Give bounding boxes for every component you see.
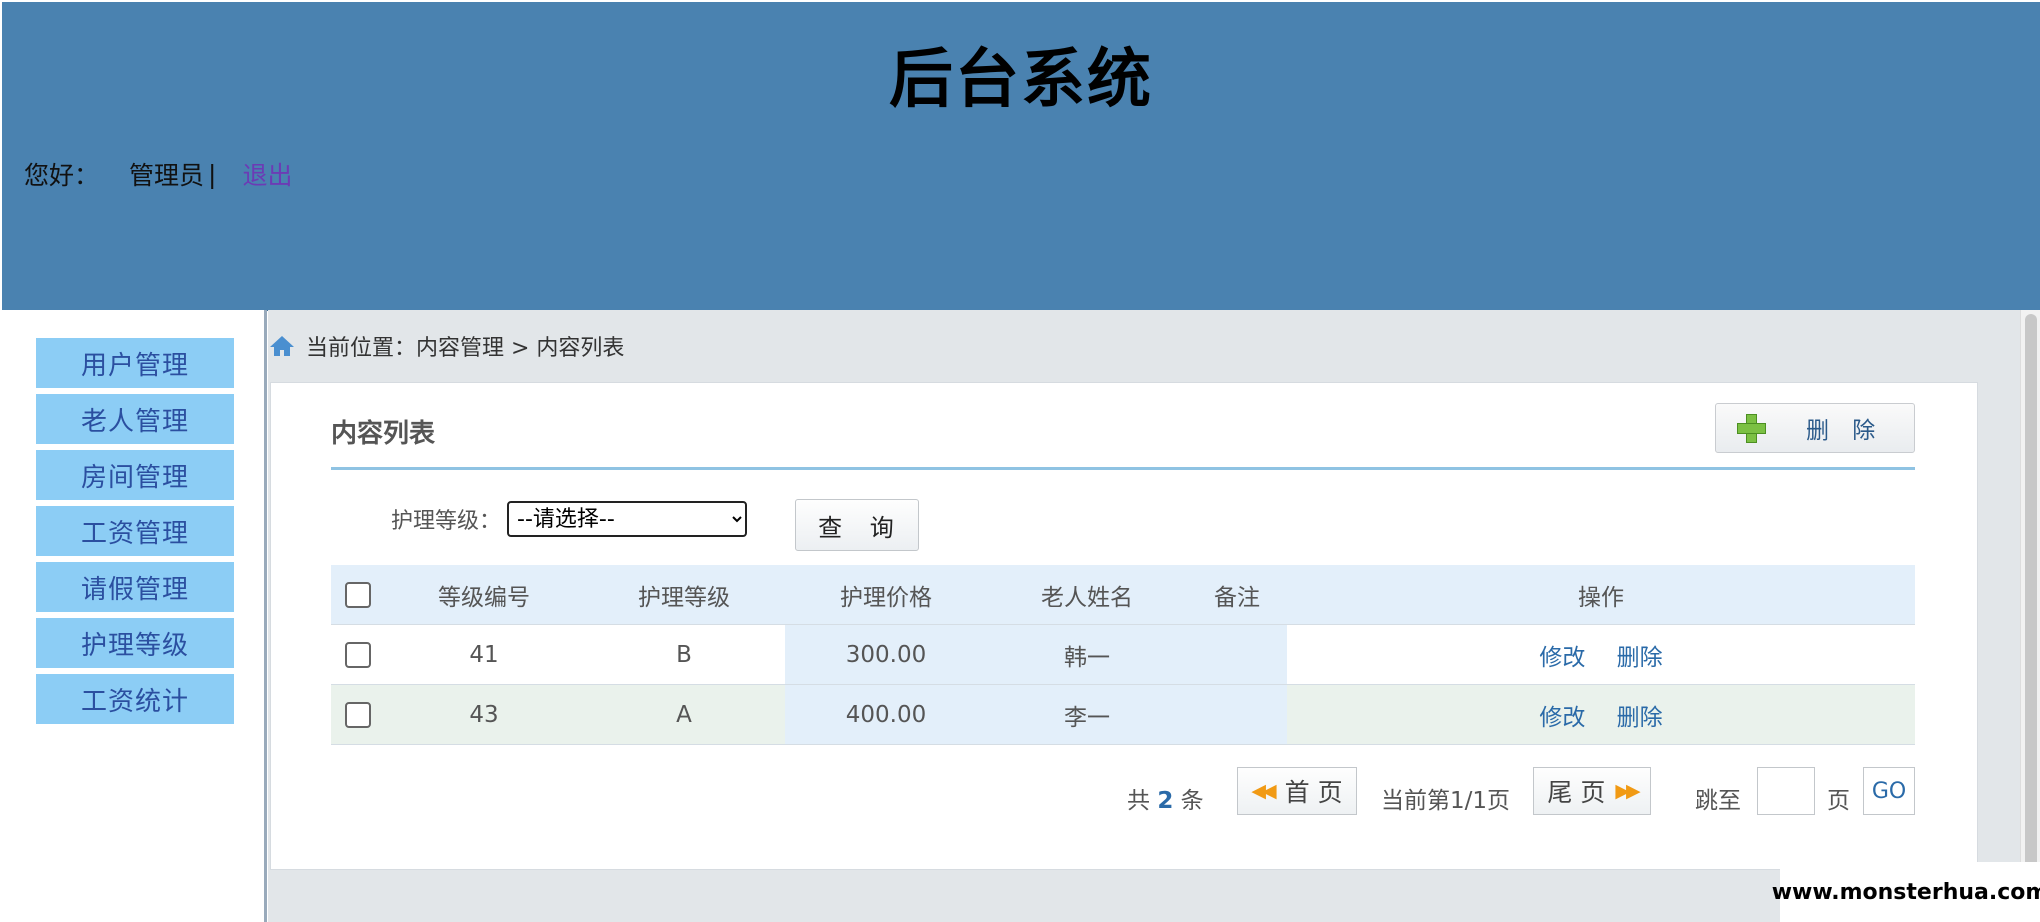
total-number: 2 [1157,788,1174,814]
scrollbar-thumb[interactable] [2025,314,2037,874]
sidebar-item-salary-management[interactable]: 工资管理 [36,506,234,556]
column-header-note: 备注 [1214,584,1260,611]
page-unit: 页 [1827,788,1850,814]
column-header-actions: 操作 [1578,584,1624,611]
pagination: 共 2 条 ◀◀ 首 页 当前第1/1页 尾 页 ▶▶ 跳至 页 GO [271,767,1977,827]
cell-elder-name: 韩一 [987,624,1187,685]
care-level-select[interactable]: --请选择-- [507,501,748,537]
first-page-button[interactable]: ◀◀ 首 页 [1237,767,1357,815]
page-jump-input[interactable] [1757,767,1815,815]
table-row: 43 A 400.00 李一 修改 删除 [331,684,1915,745]
jump-label: 跳至 [1695,788,1741,814]
page-info: 当前第1/1页 [1381,788,1511,814]
delete-link[interactable]: 删除 [1617,705,1663,731]
column-header-id: 等级编号 [438,584,530,611]
cell-actions: 修改 删除 [1287,685,1915,745]
sidebar-item-user-management[interactable]: 用户管理 [36,338,234,388]
edit-link[interactable]: 修改 [1539,645,1585,671]
edit-link[interactable]: 修改 [1539,705,1585,731]
sidebar-item-salary-statistics[interactable]: 工资统计 [36,674,234,724]
content-panel: 内容列表 删 除 护理等级： --请选择-- 查 询 等级编号 护理等级 护理价… [270,382,1978,870]
cell-level: A [676,701,692,728]
double-left-arrow-icon: ◀◀ [1251,780,1276,802]
watermark: www.monsterhua.com [1772,862,2040,922]
vertical-scrollbar[interactable] [2020,310,2040,922]
cell-id: 43 [469,701,499,728]
select-all-checkbox[interactable] [345,581,371,608]
cell-actions: 修改 删除 [1287,625,1915,685]
cell-price: 300.00 [785,624,987,685]
sidebar: 用户管理 老人管理 房间管理 工资管理 请假管理 护理等级 工资统计 [2,310,267,922]
table-header-row: 等级编号 护理等级 护理价格 老人姓名 备注 操作 [331,565,1915,625]
row-select-cell [331,625,385,685]
separator: | [208,159,217,189]
cell-price: 400.00 [785,684,987,745]
sidebar-item-room-management[interactable]: 房间管理 [36,450,234,500]
main-content: 当前位置：内容管理 > 内容列表 内容列表 删 除 护理等级： --请选择-- … [268,310,2020,922]
column-header-elder-name: 老人姓名 [1041,584,1133,611]
data-table: 等级编号 护理等级 护理价格 老人姓名 备注 操作 41 B 300.00 韩一 [331,565,1915,745]
user-name: 管理员 [129,161,205,190]
cell-elder-name: 李一 [987,684,1187,745]
delete-button-label: 删 除 [1806,418,1884,444]
column-header-price: 护理价格 [840,584,932,611]
delete-button[interactable]: 删 除 [1715,403,1915,453]
cell-note [1187,684,1287,745]
table-row: 41 B 300.00 韩一 修改 删除 [331,624,1915,685]
home-icon[interactable] [268,334,296,358]
column-header-level: 护理等级 [638,584,730,611]
breadcrumb: 当前位置：内容管理 > 内容列表 [268,330,624,362]
filter-label: 护理等级： [391,509,502,534]
breadcrumb-text: 当前位置：内容管理 > 内容列表 [306,336,625,361]
total-prefix: 共 [1127,788,1150,814]
row-checkbox[interactable] [345,701,371,728]
panel-title: 内容列表 [331,419,436,449]
total-suffix: 条 [1180,788,1204,814]
header-banner: 后台系统 您好： 管理员 | 退出 [2,2,2040,311]
sidebar-item-elderly-management[interactable]: 老人管理 [36,394,234,444]
logout-link[interactable]: 退出 [242,156,292,192]
last-page-label: 尾 页 [1547,778,1606,807]
plus-icon [1736,413,1766,443]
greeting-bar: 您好： 管理员 | 退出 [24,156,292,192]
last-page-button[interactable]: 尾 页 ▶▶ [1533,767,1651,815]
filter-bar: 护理等级： --请选择-- [391,501,748,537]
first-page-label: 首 页 [1284,778,1343,807]
sidebar-item-care-level[interactable]: 护理等级 [36,618,234,668]
total-count: 共 2 条 [1127,781,1204,815]
go-button[interactable]: GO [1863,767,1915,815]
select-all-cell [331,565,385,625]
greeting-text: 您好： [24,161,100,190]
title-divider [331,467,1915,470]
row-select-cell [331,685,385,745]
sidebar-item-leave-management[interactable]: 请假管理 [36,562,234,612]
double-right-arrow-icon: ▶▶ [1615,780,1640,802]
cell-id: 41 [469,641,499,668]
delete-link[interactable]: 删除 [1617,645,1663,671]
row-checkbox[interactable] [345,641,371,668]
cell-level: B [676,641,692,668]
cell-note [1187,624,1287,685]
app-title: 后台系统 [889,43,1153,117]
query-button[interactable]: 查 询 [795,499,919,551]
